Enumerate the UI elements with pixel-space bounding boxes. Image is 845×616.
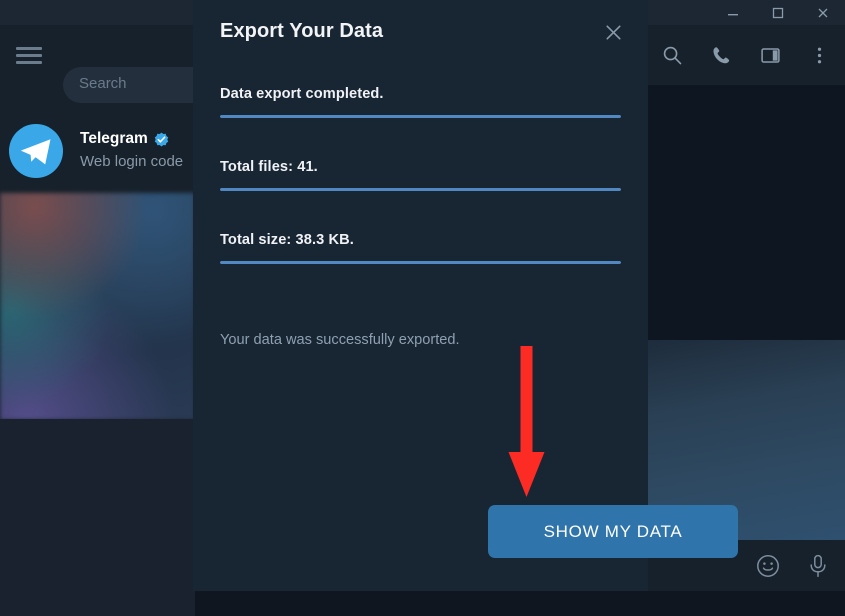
- hamburger-icon: [16, 47, 42, 50]
- progress-bar: [220, 188, 621, 191]
- progress-bar: [220, 261, 621, 264]
- maximize-button[interactable]: [755, 0, 800, 25]
- emoji-icon: [757, 554, 779, 577]
- progress-row-total-size: Total size: 38.3 KB.: [220, 232, 621, 264]
- progress-label: Total files: 41.: [220, 159, 318, 175]
- more-vertical-icon: [817, 47, 822, 63]
- chat-name-row: Telegram: [80, 130, 169, 148]
- page-title: Export Your Data: [220, 20, 384, 42]
- voice-record-button[interactable]: [801, 549, 835, 583]
- export-data-dialog: Export Your Data Data export completed. …: [193, 0, 738, 591]
- telegram-logo-icon: [20, 139, 51, 165]
- phone-icon: [713, 46, 730, 63]
- progress-bar-fill: [220, 188, 621, 191]
- list-item[interactable]: Telegram Web login code: [0, 101, 195, 178]
- maximize-icon: [772, 7, 783, 18]
- emoji-button[interactable]: [751, 549, 785, 583]
- chat-list-pane: Search Telegram Web login code: [0, 25, 263, 616]
- close-icon: [818, 8, 827, 17]
- status-message: Your data was successfully exported.: [220, 332, 460, 348]
- close-icon: [605, 24, 621, 40]
- chat-list-header: Search: [0, 25, 263, 103]
- progress-label: Data export completed.: [220, 86, 384, 102]
- close-button[interactable]: [800, 0, 845, 25]
- chat-name: Telegram: [80, 130, 148, 147]
- dialog-close-button[interactable]: [596, 15, 630, 49]
- hamburger-icon-line: [16, 61, 42, 64]
- chat-toolbar: [648, 25, 845, 85]
- call-button[interactable]: [697, 25, 746, 85]
- search-button[interactable]: [648, 25, 697, 85]
- toggle-panel-button[interactable]: [746, 25, 795, 85]
- chat-snippet: Web login code: [80, 153, 184, 170]
- menu-button[interactable]: [15, 44, 43, 66]
- progress-row-export-status: Data export completed.: [220, 86, 621, 118]
- progress-row-total-files: Total files: 41.: [220, 159, 621, 191]
- minimize-icon: [727, 13, 738, 15]
- chat-wallpaper-left: [0, 193, 195, 420]
- progress-bar-fill: [220, 115, 621, 118]
- progress-bar-fill: [220, 261, 621, 264]
- show-my-data-button[interactable]: SHOW MY DATA: [488, 505, 738, 558]
- status-message-wrap: Your data was successfully exported.: [220, 331, 621, 349]
- hamburger-icon-line: [16, 54, 42, 57]
- search-placeholder: Search: [79, 75, 127, 92]
- dialog-header: Export Your Data: [193, 0, 648, 62]
- microphone-icon: [810, 554, 826, 577]
- chat-list-empty-area: [0, 419, 195, 616]
- more-options-button[interactable]: [795, 25, 844, 85]
- progress-label: Total size: 38.3 KB.: [220, 232, 354, 248]
- panel-icon: [761, 47, 780, 63]
- progress-bar: [220, 115, 621, 118]
- search-icon: [663, 46, 682, 64]
- verified-badge-icon: [154, 132, 169, 147]
- minimize-button[interactable]: [710, 0, 755, 25]
- avatar: [9, 124, 63, 178]
- window-controls: [710, 0, 845, 25]
